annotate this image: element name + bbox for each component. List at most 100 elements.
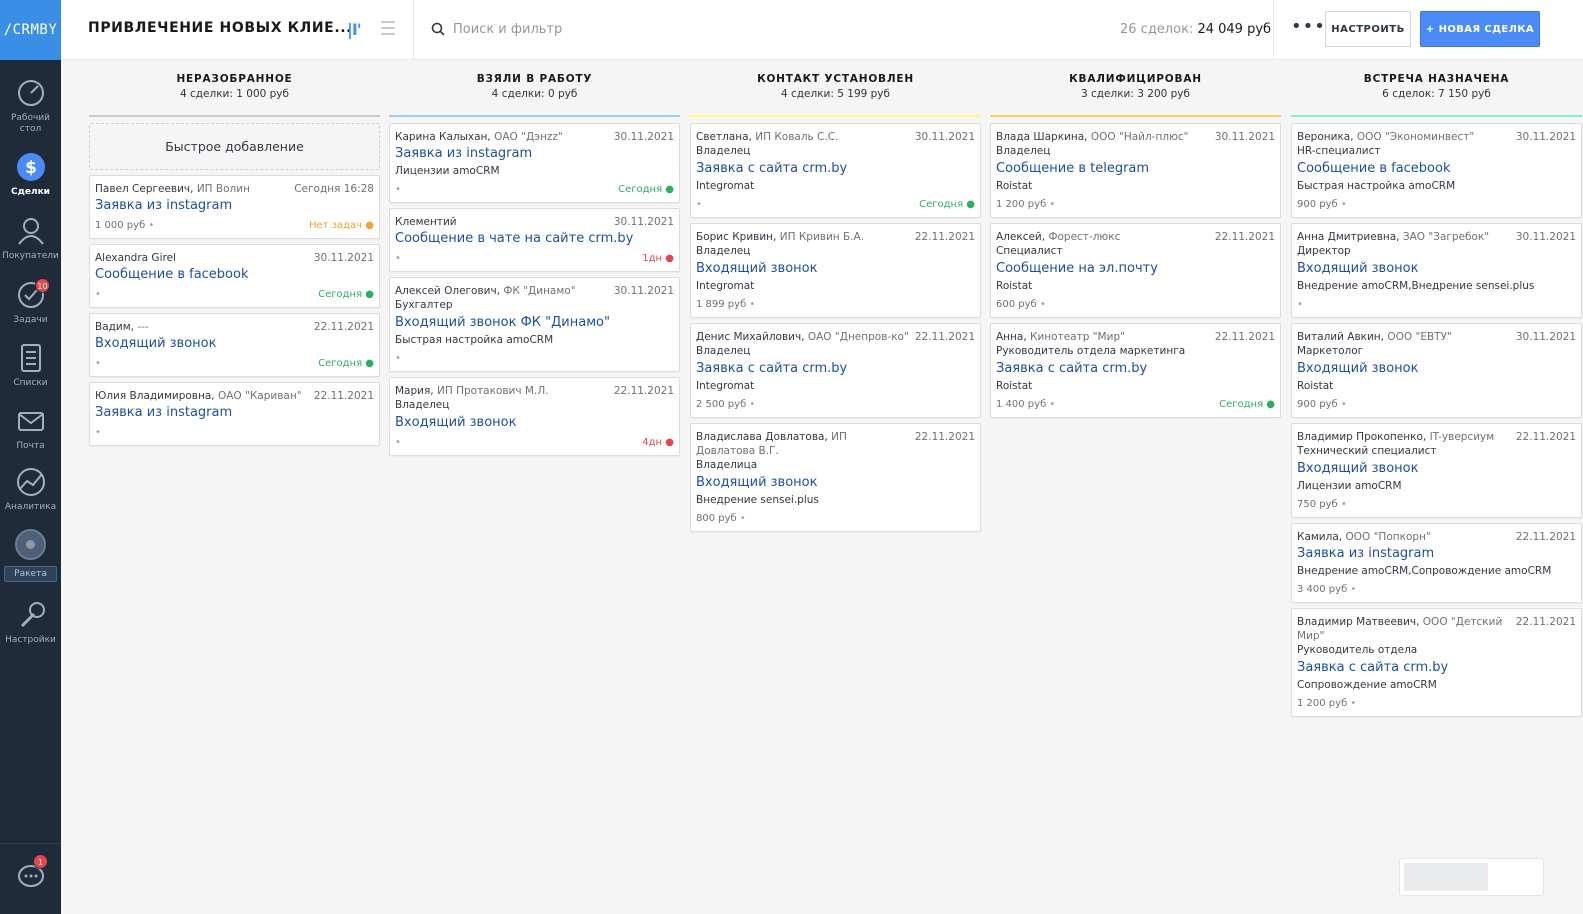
deal-title-link[interactable]: Сообщение в facebook xyxy=(95,266,374,284)
scroll-minimap[interactable] xyxy=(1399,858,1544,896)
task-status[interactable]: Сегодня ● xyxy=(618,184,674,195)
sidebar-item-lists[interactable]: Списки xyxy=(0,341,61,388)
task-status[interactable]: Сегодня ● xyxy=(318,289,374,300)
contact-name-line[interactable]: Вадим, --- xyxy=(95,320,314,334)
contact-name-line[interactable]: Вероника, ООО "Экономинвест" xyxy=(1297,130,1516,144)
contact-name-line[interactable]: Анна, Кинотеатр "Мир" xyxy=(996,330,1215,344)
deal-title-link[interactable]: Сообщение на эл.почту xyxy=(996,260,1275,278)
deal-title-link[interactable]: Сообщение в telegram xyxy=(996,160,1275,178)
sidebar-item-tasks[interactable]: Задачи 10 xyxy=(0,278,61,325)
deal-card[interactable]: Alexandra Girel 30.11.2021 Сообщение в fa… xyxy=(89,244,380,308)
sidebar-item-rocket[interactable]: Ракета xyxy=(4,566,57,582)
deal-card[interactable]: Светлана, ИП Коваль С.С. 30.11.2021 Владел… xyxy=(690,123,981,218)
deal-title-link[interactable]: Входящий звонок xyxy=(1297,260,1576,278)
contact-name-line[interactable]: Камила, ООО "Попкорн" xyxy=(1297,530,1516,544)
contact-name-line[interactable]: Мария, ИП Протакович М.Л. xyxy=(395,384,614,398)
deal-card[interactable]: Мария, ИП Протакович М.Л. 22.11.2021 Владе… xyxy=(389,377,680,456)
rocket-icon[interactable] xyxy=(15,529,46,560)
deal-card[interactable]: Анна Дмитриевна, ЗАО "Загребок" 30.11.202… xyxy=(1291,223,1582,318)
setup-button[interactable]: НАСТРОИТЬ xyxy=(1325,11,1411,47)
deal-card[interactable]: Владимир Матвеевич, ООО "Детский Мир" 22.… xyxy=(1291,608,1582,717)
column-title: НЕРАЗОБРАННОЕ xyxy=(176,73,293,85)
contact-name-line[interactable]: Юлия Владимировна, ОАО "Кариван" xyxy=(95,389,314,403)
deal-title-link[interactable]: Заявка из instagram xyxy=(1297,545,1576,563)
contact-name-line[interactable]: Светлана, ИП Коваль С.С. xyxy=(696,130,915,144)
deal-title-link[interactable]: Входящий звонок xyxy=(1297,360,1576,378)
deal-card[interactable]: Анна, Кинотеатр "Мир" 22.11.2021 Руководит… xyxy=(990,323,1281,418)
deal-title-link[interactable]: Заявка с сайта crm.by xyxy=(1297,659,1576,677)
deal-title-link[interactable]: Входящий звонок xyxy=(95,335,374,353)
task-status[interactable]: Сегодня ● xyxy=(919,199,975,210)
sidebar-item-mail[interactable]: Почта xyxy=(0,404,61,451)
column-header[interactable]: КВАЛИФИЦИРОВАН 3 сделки: 3 200 руб xyxy=(990,60,1281,115)
contact-name-line[interactable]: Павел Сергеевич, ИП Волин xyxy=(95,182,294,196)
column-header[interactable]: ВЗЯЛИ В РАБОТУ 4 сделки: 0 руб xyxy=(389,60,680,115)
task-status[interactable]: Сегодня ● xyxy=(1219,399,1275,410)
deal-title-link[interactable]: Заявка из instagram xyxy=(95,404,374,422)
deal-card[interactable]: Павел Сергеевич, ИП Волин Сегодня 16:28 За… xyxy=(89,175,380,239)
deal-title-link[interactable]: Заявка из instagram xyxy=(395,145,674,163)
column-header[interactable]: НЕРАЗОБРАННОЕ 4 сделки: 1 000 руб xyxy=(89,60,380,115)
contact-name-line[interactable]: Алексей, Форест-люкс xyxy=(996,230,1215,244)
contact-name-line[interactable]: Алексей Олегович, ФК "Динамо" xyxy=(395,284,614,298)
deal-card[interactable]: Алексей Олегович, ФК "Динамо" 30.11.2021 Б… xyxy=(389,277,680,372)
column-header[interactable]: КОНТАКТ УСТАНОВЛЕН 4 сделки: 5 199 руб xyxy=(690,60,981,115)
deal-card[interactable]: Клементий 30.11.2021 Сообщение в чате на … xyxy=(389,208,680,272)
sidebar-item-dashboard[interactable]: Рабочий стол xyxy=(0,76,61,135)
contact-name-line[interactable]: Владимир Прокопенко, IT-уверсиум xyxy=(1297,430,1516,444)
deal-card[interactable]: Виталий Авкин, ООО "ЕВТУ" 30.11.2021 Марке… xyxy=(1291,323,1582,418)
deal-title-link[interactable]: Сообщение в facebook xyxy=(1297,160,1576,178)
deal-card[interactable]: Борис Кривин, ИП Кривин Б.А. 22.11.2021 Вл… xyxy=(690,223,981,318)
contact-role: HR-специалист xyxy=(1297,145,1381,157)
quick-add-button[interactable]: Быстрое добавление xyxy=(89,123,380,170)
sidebar-item-settings[interactable]: Настройки xyxy=(0,598,61,645)
deal-card[interactable]: Вадим, --- 22.11.2021 Входящий звонок • Сего… xyxy=(89,313,380,377)
deal-card[interactable]: Денис Михайлович, ОАО "Днепров-ко" 22.11.… xyxy=(690,323,981,418)
deal-title-link[interactable]: Сообщение в чате на сайте crm.by xyxy=(395,230,674,248)
sidebar-item-customers[interactable]: Покупатели xyxy=(0,214,61,261)
task-status[interactable]: 4дн ● xyxy=(642,437,674,448)
deal-title-link[interactable]: Заявка из instagram xyxy=(95,197,374,215)
deal-title-link[interactable]: Входящий звонок ФК "Динамо" xyxy=(395,314,674,332)
deal-title-link[interactable]: Входящий звонок xyxy=(696,474,975,492)
task-status[interactable]: Нет задач ● xyxy=(309,220,374,231)
chat-button[interactable]: 1 xyxy=(0,854,61,897)
contact-name-line[interactable]: Борис Кривин, ИП Кривин Б.А. xyxy=(696,230,915,244)
new-deal-button[interactable]: + НОВАЯ СДЕЛКА xyxy=(1420,11,1540,47)
deal-card[interactable]: Юлия Владимировна, ОАО "Кариван" 22.11.20… xyxy=(89,382,380,446)
pipeline-view-icon[interactable]: |I' xyxy=(347,20,362,39)
deal-card[interactable]: Камила, ООО "Попкорн" 22.11.2021 Заявка из… xyxy=(1291,523,1582,603)
task-status[interactable]: Сегодня ● xyxy=(318,358,374,369)
deal-title-link[interactable]: Входящий звонок xyxy=(1297,460,1576,478)
contact-name-line[interactable]: Влада Шаркина, ООО "Найл-плюс" xyxy=(996,130,1215,144)
contact-name-line[interactable]: Анна Дмитриевна, ЗАО "Загребок" xyxy=(1297,230,1516,244)
contact-name-line[interactable]: Денис Михайлович, ОАО "Днепров-ко" xyxy=(696,330,915,344)
contact-name-line[interactable]: Alexandra Girel xyxy=(95,251,314,265)
deal-title-link[interactable]: Входящий звонок xyxy=(395,414,674,432)
contact-name-line[interactable]: Виталий Авкин, ООО "ЕВТУ" xyxy=(1297,330,1516,344)
contact-name-line[interactable]: Карина Калыхан, ОАО "Дэнzz" xyxy=(395,130,614,144)
deal-title-link[interactable]: Заявка с сайта crm.by xyxy=(696,360,975,378)
deal-card[interactable]: Вероника, ООО "Экономинвест" 30.11.2021 HR… xyxy=(1291,123,1582,218)
search-input[interactable]: Поиск и фильтр xyxy=(453,22,562,37)
list-view-icon[interactable] xyxy=(381,21,395,35)
deal-title-link[interactable]: Входящий звонок xyxy=(696,260,975,278)
app-logo[interactable]: /CRMBY xyxy=(0,0,61,60)
deal-title-link[interactable]: Заявка с сайта crm.by xyxy=(696,160,975,178)
sidebar-item-deals[interactable]: $ Сделки xyxy=(0,150,61,197)
task-status[interactable]: 1дн ● xyxy=(642,253,674,264)
column-header[interactable]: ВСТРЕЧА НАЗНАЧЕНА 6 сделок: 7 150 руб xyxy=(1291,60,1582,115)
more-button[interactable]: ••• xyxy=(1291,18,1326,36)
sidebar-item-analytics[interactable]: Аналитика xyxy=(0,465,61,512)
contact-name-line[interactable]: Клементий xyxy=(395,215,614,229)
deal-card[interactable]: Владислава Довлатова, ИП Довлатова В.Г. 2… xyxy=(690,423,981,532)
pipeline-title[interactable]: ПРИВЛЕЧЕНИЕ НОВЫХ КЛИЕ... xyxy=(88,20,352,36)
deal-price: 600 руб xyxy=(996,299,1046,310)
deal-card[interactable]: Влада Шаркина, ООО "Найл-плюс" 30.11.2021… xyxy=(990,123,1281,218)
contact-name-line[interactable]: Владислава Довлатова, ИП Довлатова В.Г. xyxy=(696,430,915,458)
deal-title-link[interactable]: Заявка с сайта crm.by xyxy=(996,360,1275,378)
deal-card[interactable]: Владимир Прокопенко, IT-уверсиум 22.11.20… xyxy=(1291,423,1582,518)
contact-name-line[interactable]: Владимир Матвеевич, ООО "Детский Мир" xyxy=(1297,615,1516,643)
deal-card[interactable]: Алексей, Форест-люкс 22.11.2021 Специалист… xyxy=(990,223,1281,318)
deal-card[interactable]: Карина Калыхан, ОАО "Дэнzz" 30.11.2021 Зая… xyxy=(389,123,680,203)
